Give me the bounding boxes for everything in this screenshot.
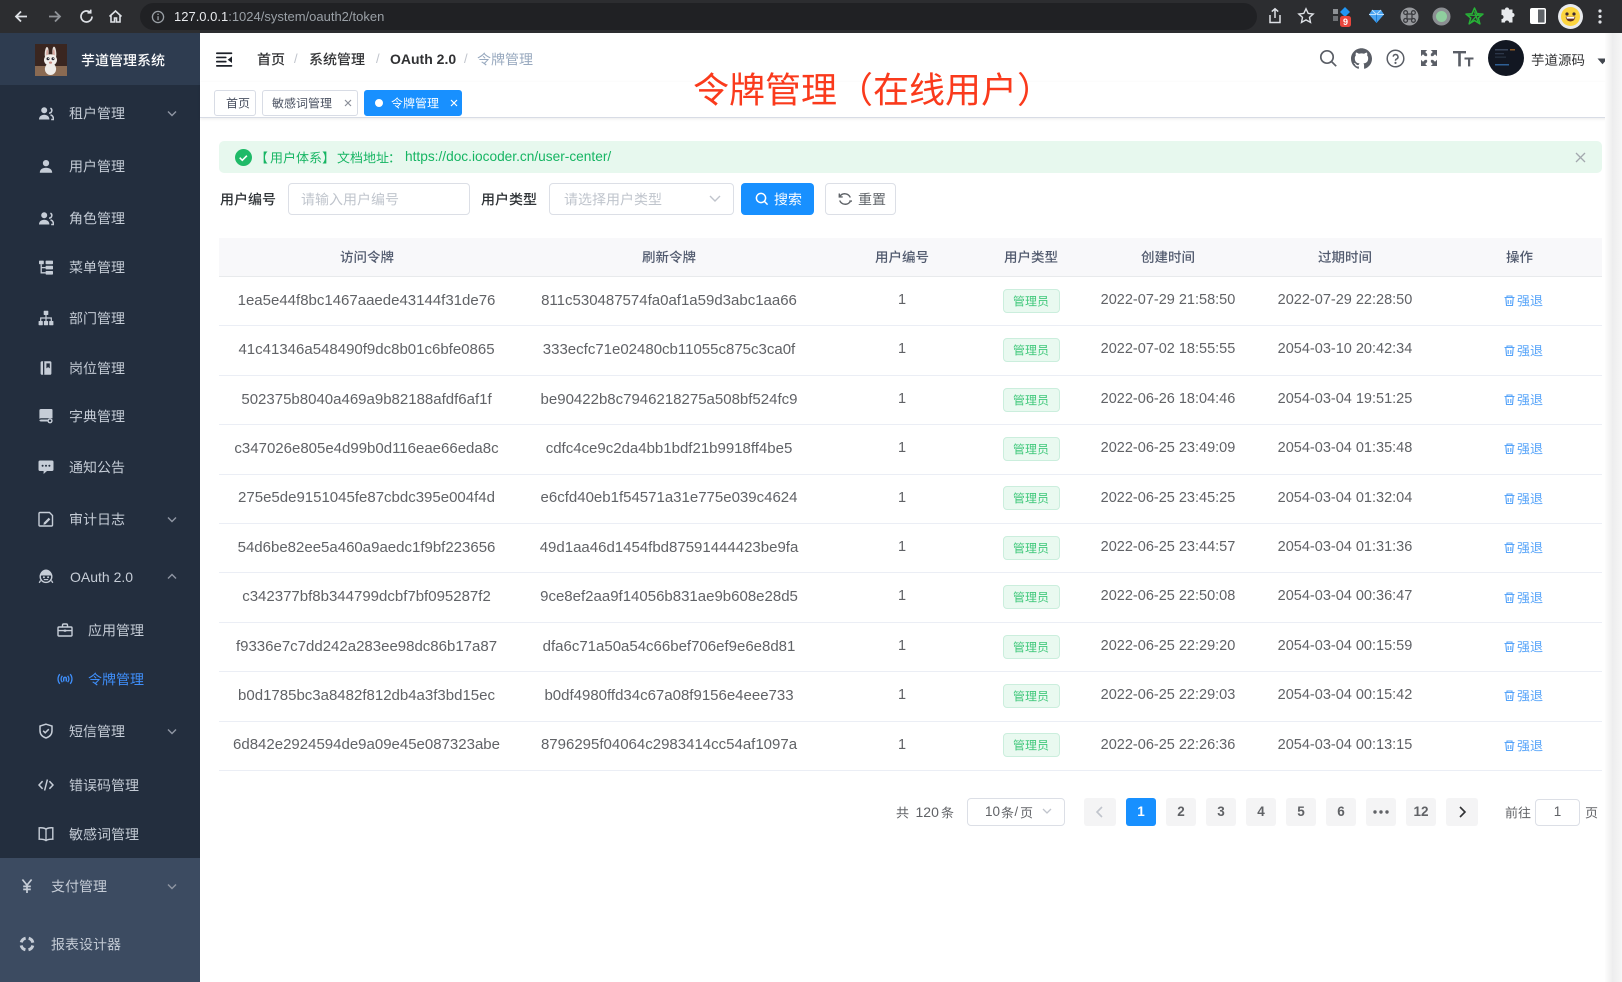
svg-text:9: 9 bbox=[1343, 17, 1348, 27]
